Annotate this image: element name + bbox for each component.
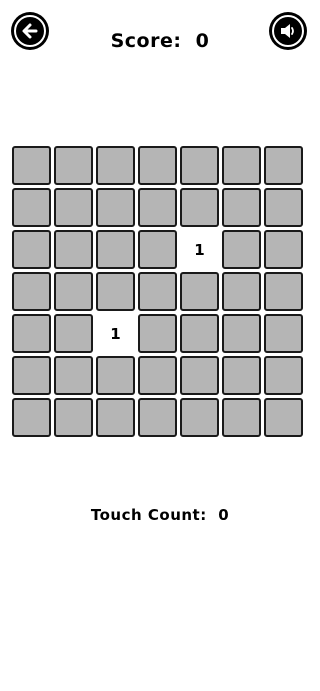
- hidden-tile[interactable]: [180, 146, 219, 185]
- hidden-tile[interactable]: [138, 398, 177, 437]
- touch-count-value: 0: [218, 506, 230, 524]
- hidden-tile[interactable]: [264, 230, 303, 269]
- hidden-tile[interactable]: [12, 314, 51, 353]
- hidden-tile[interactable]: [12, 146, 51, 185]
- hidden-tile[interactable]: [96, 230, 135, 269]
- speaker-icon: [281, 24, 294, 38]
- hidden-tile[interactable]: [54, 230, 93, 269]
- revealed-tile[interactable]: 1: [96, 314, 135, 353]
- hidden-tile[interactable]: [12, 230, 51, 269]
- hidden-tile[interactable]: [138, 272, 177, 311]
- hidden-tile[interactable]: [180, 188, 219, 227]
- hidden-tile[interactable]: [96, 188, 135, 227]
- hidden-tile[interactable]: [180, 272, 219, 311]
- hidden-tile[interactable]: [264, 398, 303, 437]
- hidden-tile[interactable]: [54, 146, 93, 185]
- score-label: Score:: [110, 30, 182, 52]
- hidden-tile[interactable]: [54, 398, 93, 437]
- hidden-tile[interactable]: [138, 230, 177, 269]
- hidden-tile[interactable]: [54, 314, 93, 353]
- game-screen: Score: 0 11 Touch Count: 0: [0, 0, 320, 691]
- hidden-tile[interactable]: [96, 272, 135, 311]
- hidden-tile[interactable]: [222, 398, 261, 437]
- hidden-tile[interactable]: [222, 272, 261, 311]
- hidden-tile[interactable]: [12, 356, 51, 395]
- hidden-tile[interactable]: [264, 314, 303, 353]
- hidden-tile[interactable]: [264, 146, 303, 185]
- touch-count-label: Touch Count:: [90, 506, 207, 524]
- hidden-tile[interactable]: [96, 146, 135, 185]
- hidden-tile[interactable]: [138, 314, 177, 353]
- hidden-tile[interactable]: [264, 272, 303, 311]
- score-value: 0: [195, 30, 210, 52]
- hidden-tile[interactable]: [138, 146, 177, 185]
- hidden-tile[interactable]: [222, 314, 261, 353]
- hidden-tile[interactable]: [12, 188, 51, 227]
- hidden-tile[interactable]: [222, 146, 261, 185]
- hidden-tile[interactable]: [180, 356, 219, 395]
- hidden-tile[interactable]: [222, 356, 261, 395]
- hidden-tile[interactable]: [54, 272, 93, 311]
- hidden-tile[interactable]: [12, 272, 51, 311]
- game-board: 11: [12, 146, 308, 442]
- sound-toggle-button[interactable]: [269, 12, 307, 50]
- sound-button-ring: [272, 15, 304, 47]
- hidden-tile[interactable]: [12, 398, 51, 437]
- hidden-tile[interactable]: [138, 188, 177, 227]
- touch-count-display: Touch Count: 0: [0, 506, 320, 524]
- hidden-tile[interactable]: [222, 188, 261, 227]
- hidden-tile[interactable]: [180, 398, 219, 437]
- hidden-tile[interactable]: [222, 230, 261, 269]
- hidden-tile[interactable]: [180, 314, 219, 353]
- hidden-tile[interactable]: [54, 356, 93, 395]
- hidden-tile[interactable]: [96, 356, 135, 395]
- hidden-tile[interactable]: [96, 398, 135, 437]
- revealed-tile[interactable]: 1: [180, 230, 219, 269]
- hidden-tile[interactable]: [264, 188, 303, 227]
- hidden-tile[interactable]: [264, 356, 303, 395]
- hidden-tile[interactable]: [54, 188, 93, 227]
- hidden-tile[interactable]: [138, 356, 177, 395]
